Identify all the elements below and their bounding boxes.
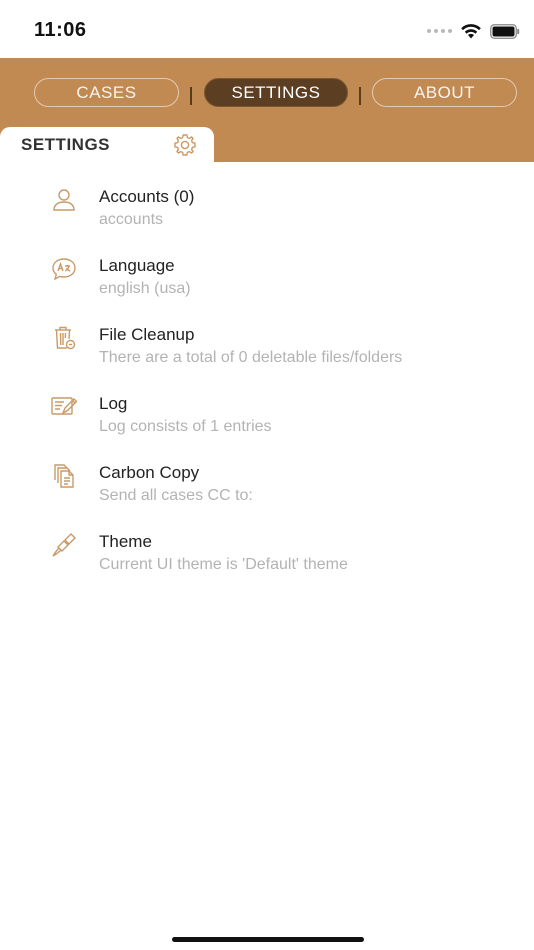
battery-icon bbox=[490, 23, 520, 39]
cellular-signal-icon bbox=[427, 29, 452, 33]
status-time: 11:06 bbox=[34, 19, 87, 41]
settings-item-title: Accounts (0) bbox=[99, 187, 195, 206]
status-bar: 11:06 bbox=[0, 0, 534, 58]
settings-screen: 11:06 CASES SETTINGS ABOUT SETTINGS Acco… bbox=[0, 0, 534, 950]
settings-item-subtitle: There are a total of 0 deletable files/f… bbox=[99, 349, 403, 366]
settings-item-title: Carbon Copy bbox=[99, 463, 200, 482]
section-title: SETTINGS bbox=[21, 135, 111, 154]
settings-item-title: Language bbox=[99, 256, 175, 275]
status-indicators bbox=[427, 20, 520, 42]
trash-clean-icon bbox=[55, 326, 76, 350]
paintbrush-icon bbox=[52, 533, 76, 557]
settings-item-carbon-copy[interactable]: Carbon Copy Send all cases CC to: bbox=[0, 454, 534, 523]
settings-item-subtitle: accounts bbox=[99, 211, 164, 228]
settings-item-file-cleanup[interactable]: File Cleanup There are a total of 0 dele… bbox=[0, 316, 534, 385]
settings-item-theme[interactable]: Theme Current UI theme is 'Default' them… bbox=[0, 523, 534, 592]
settings-list: Accounts (0) accounts Language english (… bbox=[0, 178, 534, 592]
settings-item-title: Theme bbox=[99, 532, 152, 551]
settings-item-accounts[interactable]: Accounts (0) accounts bbox=[0, 178, 534, 247]
section-tab: SETTINGS bbox=[0, 127, 214, 163]
copy-documents-icon bbox=[54, 464, 74, 488]
settings-item-log[interactable]: Log Log consists of 1 entries bbox=[0, 385, 534, 454]
settings-item-language[interactable]: Language english (usa) bbox=[0, 247, 534, 316]
log-pencil-icon bbox=[51, 397, 78, 415]
tab-settings[interactable]: SETTINGS bbox=[204, 78, 348, 107]
wifi-icon bbox=[461, 24, 481, 39]
settings-item-subtitle: Current UI theme is 'Default' theme bbox=[99, 556, 348, 573]
gear-icon[interactable] bbox=[172, 132, 198, 158]
segment-divider bbox=[359, 87, 361, 105]
person-icon bbox=[53, 189, 75, 211]
settings-item-subtitle: Send all cases CC to: bbox=[99, 487, 253, 504]
home-indicator[interactable] bbox=[172, 937, 364, 942]
settings-item-subtitle: Log consists of 1 entries bbox=[99, 418, 272, 435]
settings-item-title: Log bbox=[99, 394, 128, 413]
tab-cases[interactable]: CASES bbox=[34, 78, 179, 107]
language-bubble-icon bbox=[52, 258, 76, 281]
settings-item-subtitle: english (usa) bbox=[99, 280, 191, 297]
segment-divider bbox=[190, 87, 192, 105]
tab-about[interactable]: ABOUT bbox=[372, 78, 517, 107]
settings-item-title: File Cleanup bbox=[99, 325, 195, 344]
